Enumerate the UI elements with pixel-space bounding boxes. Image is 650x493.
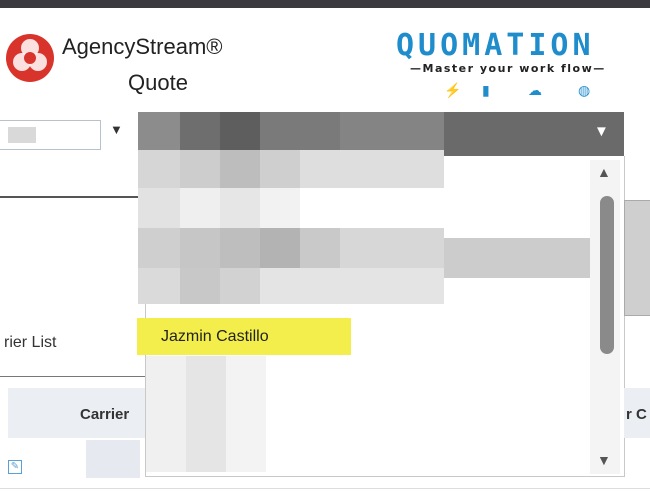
- redacted-option[interactable]: [186, 356, 226, 472]
- divider: [0, 376, 145, 377]
- left-select[interactable]: [0, 120, 101, 150]
- side-button[interactable]: [624, 200, 650, 316]
- folder-icon: ▮: [482, 82, 490, 98]
- dropdown-option-highlighted[interactable]: Jazmin Castillo: [137, 318, 351, 355]
- chevron-down-icon[interactable]: ▼: [594, 123, 609, 140]
- column-header-right[interactable]: r C: [626, 406, 647, 423]
- column-header-carrier[interactable]: Carrier: [80, 406, 129, 423]
- redacted-option[interactable]: [340, 228, 444, 268]
- redacted-option[interactable]: [146, 356, 186, 472]
- option-label: Jazmin Castillo: [161, 328, 269, 345]
- redacted-option[interactable]: [260, 150, 300, 188]
- redacted-option[interactable]: [220, 150, 260, 188]
- divider: [0, 488, 650, 489]
- bolt-icon: ⚡: [444, 82, 462, 98]
- redacted-option[interactable]: [220, 268, 260, 304]
- redacted-option[interactable]: [226, 356, 266, 472]
- quomation-tagline: —Master your work flow—: [410, 62, 606, 75]
- redacted-option[interactable]: [138, 228, 180, 268]
- redacted-value: [8, 127, 36, 143]
- redacted-option[interactable]: [180, 228, 220, 268]
- redacted-option[interactable]: [260, 268, 444, 304]
- app-subtitle: Quote: [128, 70, 188, 95]
- scrollbar-thumb[interactable]: [600, 196, 614, 354]
- redacted-option[interactable]: [260, 188, 300, 228]
- section-title: rier List: [4, 334, 57, 351]
- edit-icon[interactable]: ✎: [8, 460, 22, 474]
- redacted-option[interactable]: [220, 188, 260, 228]
- redacted-option[interactable]: [444, 238, 592, 278]
- redacted-option[interactable]: [220, 228, 260, 268]
- divider: [0, 196, 138, 198]
- chevron-down-icon[interactable]: ▼: [110, 122, 123, 137]
- redacted-option[interactable]: [138, 268, 180, 304]
- agencystream-logo-icon: [6, 34, 54, 82]
- redacted-option[interactable]: [180, 188, 220, 228]
- globe-icon: ◍: [578, 82, 591, 98]
- cloud-icon: ☁: [528, 82, 542, 98]
- redacted-option[interactable]: [138, 150, 180, 188]
- app-title: AgencyStream®: [62, 34, 223, 59]
- scroll-up-arrow-icon[interactable]: ▲: [597, 164, 611, 180]
- redacted-option[interactable]: [180, 268, 220, 304]
- redacted-option[interactable]: [300, 228, 340, 268]
- top-bar: [0, 0, 650, 8]
- redacted-option[interactable]: [180, 150, 220, 188]
- redacted-cell: [86, 440, 140, 478]
- scroll-down-arrow-icon[interactable]: ▼: [597, 452, 611, 468]
- redacted-option[interactable]: [138, 188, 180, 228]
- redacted-option[interactable]: [260, 228, 300, 268]
- quomation-logo-text: QUOMATION: [396, 28, 595, 63]
- redacted-option[interactable]: [300, 150, 444, 188]
